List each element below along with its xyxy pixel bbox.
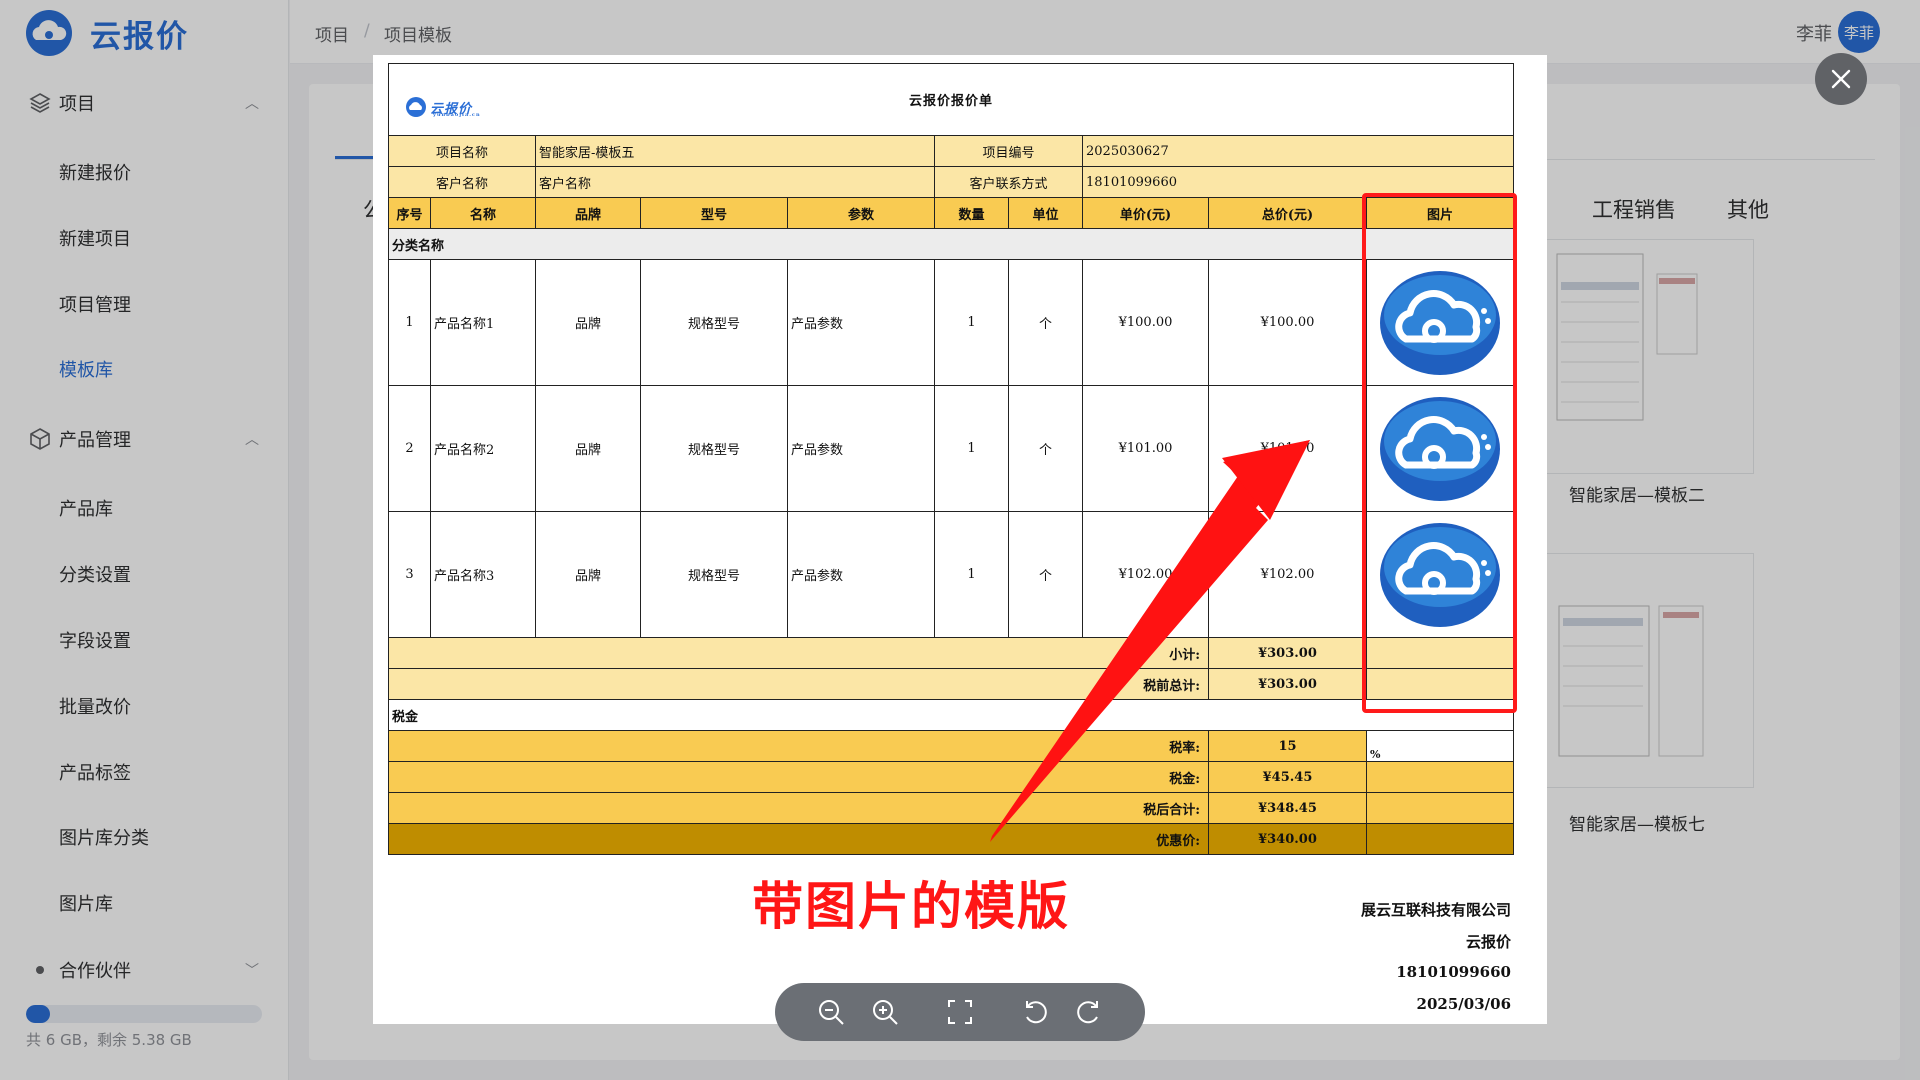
- subtotal-label: 小计:: [388, 637, 1209, 669]
- col-header: 名称: [430, 197, 536, 229]
- zoom-in-button[interactable]: [870, 997, 900, 1027]
- col-header: 数量: [934, 197, 1009, 229]
- viewer-toolbar: [775, 983, 1145, 1041]
- close-icon: [1831, 69, 1851, 89]
- tax-rate-label: 税率:: [388, 730, 1209, 762]
- quote-title-cell: 云报价 yunbaojia.cn 云报价报价单: [388, 63, 1514, 136]
- tax-empty-cell: [1366, 761, 1514, 793]
- rotate-left-icon: [1026, 1001, 1047, 1024]
- cell-price: ¥101.00: [1082, 385, 1209, 512]
- zoom-in-icon: [873, 1000, 898, 1025]
- tax-rate-unit: %: [1366, 730, 1514, 762]
- customer-label: 客户名称: [388, 166, 536, 198]
- customer-value: 客户名称: [535, 166, 935, 198]
- project-no-label: 项目编号: [934, 135, 1083, 167]
- annotation-caption: 带图片的模版: [752, 878, 1071, 937]
- table-row: 1 产品名称1 品牌 规格型号 产品参数 1 个 ¥100.00 ¥100.00: [388, 259, 1514, 386]
- cell-param: 产品参数: [787, 259, 935, 386]
- cell-model: 规格型号: [640, 385, 788, 512]
- table-row: 2 产品名称2 品牌 规格型号 产品参数 1 个 ¥101.00 ¥101.00: [388, 385, 1514, 512]
- col-header: 型号: [640, 197, 788, 229]
- quote-table: 云报价 yunbaojia.cn 云报价报价单 项目名称 智能家居-模板五 项目…: [388, 63, 1514, 855]
- project-no-value: 2025030627: [1082, 135, 1514, 167]
- category-name: 分类名称: [388, 228, 1514, 260]
- tax-label: 税金:: [388, 761, 1209, 793]
- annotation-highlight-box: [1362, 193, 1517, 713]
- discount-label: 优惠价:: [388, 823, 1209, 855]
- cell-brand: 品牌: [535, 511, 641, 638]
- cell-param: 产品参数: [787, 511, 935, 638]
- quote-title: 云报价报价单: [908, 94, 993, 109]
- cell-total: ¥101.00: [1208, 385, 1367, 512]
- contact-label: 客户联系方式: [934, 166, 1083, 198]
- cell-no: 1: [388, 259, 431, 386]
- after-tax-label: 税后合计:: [388, 792, 1209, 824]
- cell-price: ¥100.00: [1082, 259, 1209, 386]
- cell-qty: 1: [934, 385, 1009, 512]
- col-header: 参数: [787, 197, 935, 229]
- table-row: 3 产品名称3 品牌 规格型号 产品参数 1 个 ¥102.00 ¥102.00: [388, 511, 1514, 638]
- fit-screen-button[interactable]: [945, 997, 975, 1027]
- cloud-logo-icon: [406, 97, 426, 117]
- project-name-value: 智能家居-模板五: [535, 135, 935, 167]
- pretax-label: 税前总计:: [388, 668, 1209, 700]
- tax-value: ¥45.45: [1208, 761, 1367, 793]
- cell-no: 2: [388, 385, 431, 512]
- footer-date: 2025/03/06: [1416, 995, 1511, 1013]
- cell-brand: 品牌: [535, 259, 641, 386]
- tax-rate-value: 15: [1208, 730, 1367, 762]
- cell-name: 产品名称1: [430, 259, 536, 386]
- cell-qty: 1: [934, 259, 1009, 386]
- cell-model: 规格型号: [640, 511, 788, 638]
- footer-company: 展云互联科技有限公司: [1360, 901, 1511, 919]
- cell-name: 产品名称3: [430, 511, 536, 638]
- cell-param: 产品参数: [787, 385, 935, 512]
- pretax-value: ¥303.00: [1208, 668, 1367, 700]
- col-header: 序号: [388, 197, 431, 229]
- cell-total: ¥100.00: [1208, 259, 1367, 386]
- cell-qty: 1: [934, 511, 1009, 638]
- cell-no: 3: [388, 511, 431, 638]
- zoom-out-button[interactable]: [816, 997, 846, 1027]
- col-header: 总价(元): [1208, 197, 1367, 229]
- cell-unit: 个: [1008, 511, 1083, 638]
- tax-section-title: 税金: [388, 699, 1514, 731]
- cell-unit: 个: [1008, 259, 1083, 386]
- cell-total: ¥102.00: [1208, 511, 1367, 638]
- cell-brand: 品牌: [535, 385, 641, 512]
- doc-logo: 云报价 yunbaojia.cn: [405, 94, 480, 120]
- zoom-out-icon: [819, 1000, 844, 1025]
- subtotal-value: ¥303.00: [1208, 637, 1367, 669]
- col-header: 品牌: [535, 197, 641, 229]
- cell-unit: 个: [1008, 385, 1083, 512]
- footer-product: 云报价: [1465, 933, 1511, 951]
- rotate-left-button[interactable]: [1021, 997, 1051, 1027]
- rotate-right-button[interactable]: [1073, 997, 1103, 1027]
- rotate-right-icon: [1077, 1001, 1098, 1024]
- fit-screen-icon: [948, 1000, 972, 1024]
- footer-phone: 18101099660: [1396, 963, 1511, 981]
- col-header: 单价(元): [1082, 197, 1209, 229]
- discount-empty-cell: [1366, 823, 1514, 855]
- after-tax-value: ¥348.45: [1208, 792, 1367, 824]
- after-tax-empty-cell: [1366, 792, 1514, 824]
- cell-model: 规格型号: [640, 259, 788, 386]
- close-preview-button[interactable]: [1815, 53, 1867, 105]
- cell-name: 产品名称2: [430, 385, 536, 512]
- project-name-label: 项目名称: [388, 135, 536, 167]
- cell-price: ¥102.00: [1082, 511, 1209, 638]
- discount-value: ¥340.00: [1208, 823, 1367, 855]
- doc-logo-sub: yunbaojia.cn: [433, 112, 481, 118]
- col-header: 单位: [1008, 197, 1083, 229]
